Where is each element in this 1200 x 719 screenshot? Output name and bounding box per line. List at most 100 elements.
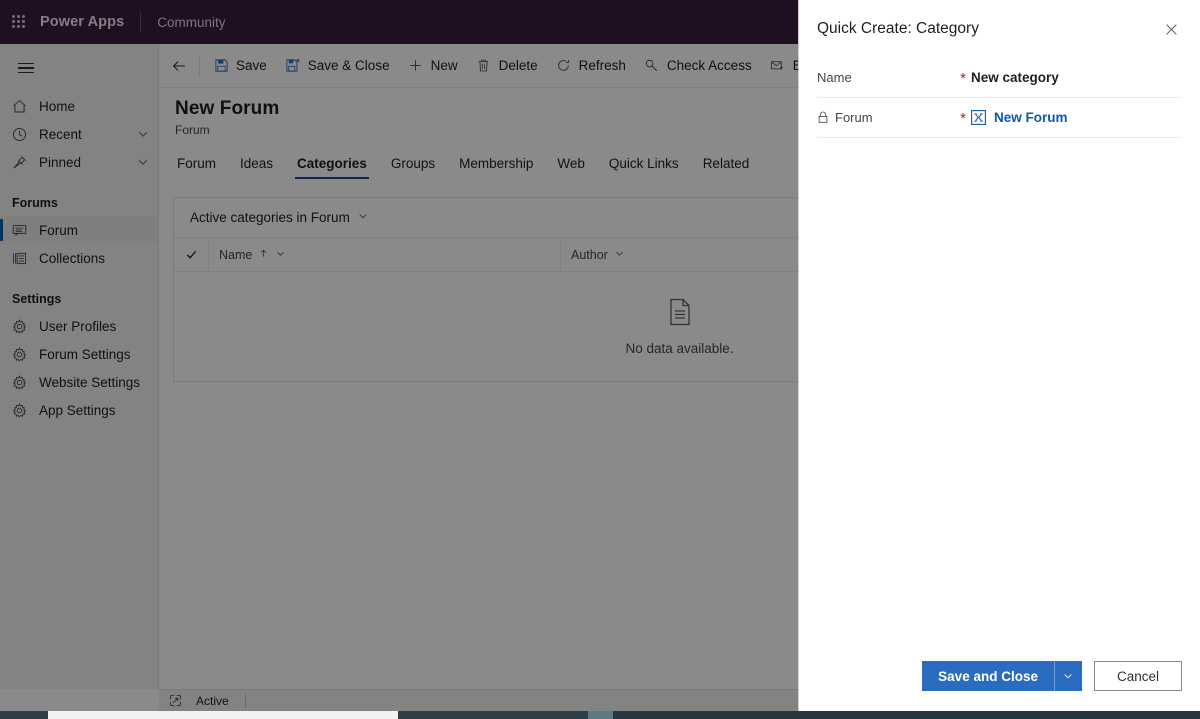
hamburger-icon[interactable]: [6, 48, 46, 88]
chevron-down-icon[interactable]: [357, 210, 369, 225]
quick-create-header: Quick Create: Category: [799, 0, 1200, 58]
lock-icon: [817, 111, 829, 124]
tab-web[interactable]: Web: [545, 156, 597, 179]
sidebar-item-home[interactable]: Home: [0, 92, 158, 120]
tab-membership[interactable]: Membership: [447, 156, 545, 179]
email-link-icon: [770, 58, 786, 74]
save-options-chevron-down-icon[interactable]: [1053, 661, 1082, 691]
quick-create-title: Quick Create: Category: [817, 20, 979, 37]
sidebar-item-recent[interactable]: Recent: [0, 120, 158, 148]
sidebar-item-website-settings[interactable]: Website Settings: [0, 368, 158, 396]
taskbar-segment: [398, 711, 588, 719]
sidebar-item-label: Recent: [39, 126, 82, 142]
popout-icon[interactable]: [169, 694, 182, 707]
chevron-down-icon[interactable]: [614, 248, 625, 262]
field-label: Name: [817, 70, 852, 85]
quick-create-footer: Save and Close Cancel: [799, 651, 1200, 711]
sidebar-item-label: Forum: [39, 222, 79, 238]
quick-create-panel: Quick Create: Category Name * New catego…: [798, 0, 1200, 711]
quick-create-form: Name * New category Forum * New Forum: [799, 58, 1200, 651]
forum-icon: [10, 221, 28, 239]
name-field[interactable]: New category: [971, 70, 1182, 85]
gear-icon: [10, 373, 28, 391]
back-arrow-icon[interactable]: [159, 44, 199, 87]
check-access-button[interactable]: Check Access: [635, 49, 761, 83]
sidebar-group-settings: Settings: [12, 292, 62, 306]
trash-icon: [476, 58, 492, 74]
sidebar-item-label: Forum Settings: [39, 346, 131, 362]
cancel-button[interactable]: Cancel: [1093, 661, 1182, 691]
empty-state-message: No data available.: [625, 340, 734, 356]
sidebar-item-app-settings[interactable]: App Settings: [0, 396, 158, 424]
command-label: Check Access: [666, 58, 752, 73]
home-icon: [10, 97, 28, 115]
sidebar-item-label: Collections: [39, 250, 106, 266]
save-button[interactable]: Save: [204, 49, 276, 83]
sidebar-item-label: Website Settings: [39, 374, 141, 390]
column-header-name[interactable]: Name: [208, 237, 560, 272]
save-icon: [213, 58, 229, 74]
sidebar-item-label: App Settings: [39, 402, 116, 418]
field-row-forum: Forum * New Forum: [817, 98, 1182, 138]
sidebar-item-collections[interactable]: Collections: [0, 244, 158, 272]
column-label: Author: [571, 247, 608, 262]
sidebar-item-user-profiles[interactable]: User Profiles: [0, 312, 158, 340]
sidebar-item-label: Home: [39, 98, 76, 114]
tab-related[interactable]: Related: [691, 156, 762, 179]
sidebar-item-forum-settings[interactable]: Forum Settings: [0, 340, 158, 368]
required-marker: *: [960, 70, 966, 87]
field-label: Forum: [835, 110, 873, 125]
command-label: Refresh: [578, 58, 626, 73]
gear-icon: [10, 317, 28, 335]
select-all-checkbox[interactable]: [174, 248, 208, 261]
taskbar-segment: [48, 711, 398, 719]
gear-icon: [10, 401, 28, 419]
sidebar-item-pinned[interactable]: Pinned: [0, 148, 158, 176]
column-label: Name: [219, 247, 253, 262]
forum-lookup-field[interactable]: New Forum: [971, 110, 1182, 125]
command-bar-divider: [199, 54, 200, 77]
document-icon: [668, 298, 692, 331]
view-selector[interactable]: Active categories in Forum: [190, 210, 369, 225]
sort-ascending-icon: [258, 248, 269, 262]
chevron-down-icon[interactable]: [136, 155, 150, 169]
save-and-close-button[interactable]: Save and Close: [922, 661, 1054, 691]
new-button[interactable]: New: [399, 49, 467, 83]
status-bar-divider: [244, 693, 246, 708]
field-label-wrap: Name: [817, 70, 955, 85]
collections-icon: [10, 249, 28, 267]
refresh-button[interactable]: Refresh: [547, 49, 635, 83]
column-header-author[interactable]: Author: [560, 237, 800, 272]
tab-categories[interactable]: Categories: [285, 156, 379, 179]
taskbar-segment: [613, 711, 1200, 719]
close-icon[interactable]: [1156, 14, 1186, 44]
brand-label[interactable]: Power Apps: [40, 14, 124, 30]
field-value: New category: [971, 70, 1059, 85]
record-status-label: Active: [196, 693, 229, 708]
sidebar-item-forum[interactable]: Forum: [0, 216, 158, 244]
chevron-down-icon[interactable]: [275, 248, 286, 262]
tab-groups[interactable]: Groups: [379, 156, 447, 179]
taskbar-segment: [588, 711, 613, 719]
save-close-icon: [285, 58, 301, 74]
plus-icon: [408, 58, 424, 74]
refresh-icon: [556, 58, 572, 74]
appbar-divider: [140, 12, 142, 32]
pin-icon: [10, 153, 28, 171]
command-label: New: [430, 58, 458, 73]
sidebar-group-forums: Forums: [12, 196, 58, 210]
app-name-label[interactable]: Community: [157, 15, 225, 30]
sidebar-item-label: User Profiles: [39, 318, 117, 334]
field-row-name: Name * New category: [817, 58, 1182, 98]
tab-ideas[interactable]: Ideas: [228, 156, 285, 179]
sidebar-item-label: Pinned: [39, 154, 82, 170]
clock-icon: [10, 125, 28, 143]
tab-forum[interactable]: Forum: [175, 156, 228, 179]
gear-icon: [10, 345, 28, 363]
app-launcher-icon[interactable]: [12, 15, 26, 29]
save-and-close-button[interactable]: Save & Close: [276, 49, 399, 83]
delete-button[interactable]: Delete: [467, 49, 547, 83]
tab-quick-links[interactable]: Quick Links: [597, 156, 691, 179]
chevron-down-icon[interactable]: [136, 127, 150, 141]
